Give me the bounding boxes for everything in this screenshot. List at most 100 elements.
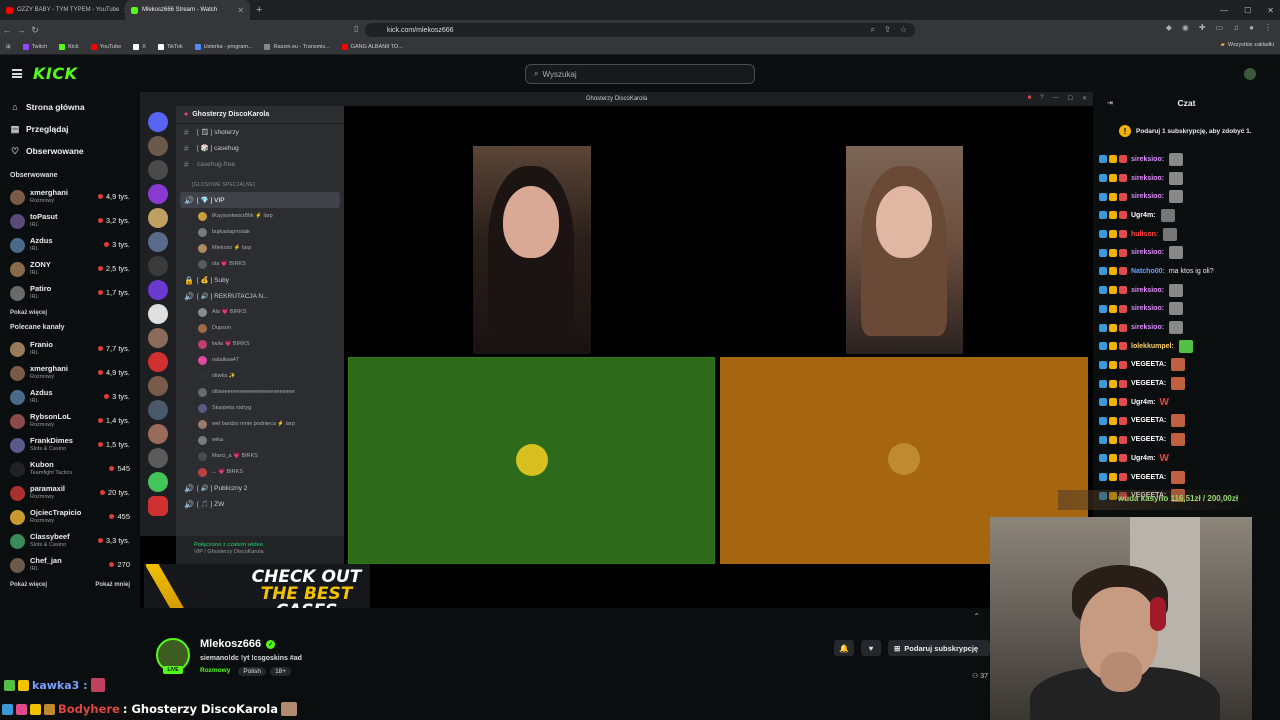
chevron-up-icon[interactable]: ⌃	[973, 612, 980, 621]
streamer-avatar[interactable]: LIVE	[156, 638, 190, 674]
chat-username[interactable]: sireksioo:	[1131, 193, 1164, 200]
gift-subscription-button[interactable]: ⊞ Podaruj subskrypcję	[888, 640, 990, 656]
followed-channel-list: xmerghani Rozmowy 4,9 tys. toPasut IRL 3,2 ty…	[0, 186, 140, 306]
follow-button[interactable]: ♥	[861, 640, 881, 656]
bookmark-star-icon[interactable]: ☆	[900, 25, 907, 35]
show-less-button[interactable]: Pokaż mniej	[95, 582, 130, 592]
kick-logo[interactable]: KICK	[33, 64, 78, 83]
streamer-name[interactable]: Mlekosz666	[200, 638, 261, 650]
sidebar-channel-row[interactable]: Azdus IRL 3 tys.	[0, 386, 140, 410]
chat-username[interactable]: Ugr4m:	[1131, 212, 1156, 219]
chat-username[interactable]: VEGEETA:	[1131, 361, 1166, 368]
viewer-count-value: 37	[980, 673, 989, 680]
close-window-icon[interactable]: ✕	[1267, 6, 1274, 15]
sidebar-channel-row[interactable]: OjciecTrapicio Rozmowy 455	[0, 506, 140, 530]
hamburger-menu-icon[interactable]	[12, 69, 22, 78]
tracking-icon[interactable]: ▯	[354, 24, 358, 33]
browser-tab-youtube[interactable]: OZZY BABY - TYM TYPEM - YouTube ✕	[0, 0, 125, 20]
emote-icon	[1169, 246, 1184, 260]
sidebar-channel-row[interactable]: Chef_jan IRL 270	[0, 554, 140, 578]
minimize-icon[interactable]: —	[1220, 6, 1228, 15]
overlay-user: Bodyhere	[58, 702, 120, 716]
bookmark-raszei[interactable]: Raszei.eu - Transmis...	[258, 44, 335, 50]
sidebar-channel-row[interactable]: Franio IRL 7,7 tys.	[0, 338, 140, 362]
tag-pill[interactable]: 18+	[270, 667, 292, 676]
chat-username[interactable]: VEGEETA:	[1131, 436, 1166, 443]
sidebar-channel-row[interactable]: xmerghani Rozmowy 4,9 tys.	[0, 186, 140, 210]
bookmark-gang[interactable]: GANG ALBANII TO...	[336, 44, 409, 50]
tab-label: Mlekosz666 Stream - Watch	[142, 7, 218, 13]
close-icon[interactable]: ✕	[237, 6, 244, 15]
emote-icon	[1169, 302, 1184, 316]
bookmark-x[interactable]: X	[127, 44, 152, 50]
forward-icon[interactable]: →	[14, 25, 28, 35]
url-field[interactable]: kick.com/mlekosz666 ⌕ ⇪ ☆	[365, 23, 915, 37]
bookmark-twitch[interactable]: Twitch	[17, 44, 54, 50]
sidebar-channel-row[interactable]: toPasut IRL 3,2 tys.	[0, 210, 140, 234]
chat-username[interactable]: VEGEETA:	[1131, 380, 1166, 387]
puzzle-icon[interactable]: ✚	[1199, 23, 1206, 32]
chat-username[interactable]: VEGEETA:	[1131, 474, 1166, 481]
chat-username[interactable]: Ugr4m:	[1131, 399, 1156, 406]
chat-username[interactable]: Ugr4m:	[1131, 455, 1156, 462]
nav-following[interactable]: ♡ Obserwowane	[0, 140, 140, 162]
voice-user-name: ... 💗 BIRKS	[212, 469, 243, 475]
chat-username[interactable]: VEGEETA:	[1131, 417, 1166, 424]
chat-username[interactable]: sireksioo:	[1131, 175, 1164, 182]
bookmark-youtube[interactable]: YouTube	[85, 44, 128, 50]
chat-text: ma ktos ig oli?	[1168, 267, 1214, 275]
voice-user-avatar	[198, 419, 207, 429]
media-icon[interactable]: ♫	[1233, 23, 1239, 32]
chat-username[interactable]: sireksioo:	[1131, 324, 1164, 331]
sidebar-channel-row[interactable]: Patiro IRL 1,7 tys.	[0, 282, 140, 306]
sidebar-icon[interactable]: ▭	[1216, 23, 1224, 32]
chat-badge-icon	[1109, 192, 1117, 201]
share-icon[interactable]: ⇪	[884, 25, 891, 35]
search-input[interactable]: ⌕ Wyszukaj	[525, 64, 755, 84]
chat-username[interactable]: sireksioo:	[1131, 156, 1164, 163]
tiktok-icon	[157, 44, 164, 50]
back-icon[interactable]: ←	[0, 25, 14, 35]
reload-icon[interactable]: ↻	[28, 25, 42, 36]
sidebar-channel-row[interactable]: Classybeef Slots & Casino 3,3 tys.	[0, 530, 140, 554]
chat-username[interactable]: sireksioo:	[1131, 287, 1164, 294]
sidebar-channel-row[interactable]: xmerghani Rozmowy 4,9 tys.	[0, 362, 140, 386]
maximize-icon[interactable]: ☐	[1244, 6, 1251, 15]
user-avatar[interactable]	[1244, 68, 1256, 80]
bookmark-usterka[interactable]: Usterka - program...	[189, 44, 259, 50]
tag-pill[interactable]: Polish	[238, 667, 267, 676]
extension-icon[interactable]: ◉	[1182, 23, 1189, 32]
nav-browse[interactable]: ▤ Przeglądaj	[0, 118, 140, 140]
browser-tab-kick[interactable]: Mlekosz666 Stream - Watch ✕	[125, 0, 250, 20]
collapse-chat-icon[interactable]: ⇥	[1107, 99, 1113, 107]
sidebar-channel-row[interactable]: Azdus IRL 3 tys.	[0, 234, 140, 258]
new-tab-button[interactable]: +	[250, 4, 268, 16]
sidebar-channel-row[interactable]: FrankDimes Slots & Casino 1,5 tys.	[0, 434, 140, 458]
sidebar-channel-row[interactable]: Kubon Teamfight Tactics 545	[0, 458, 140, 482]
show-more-button[interactable]: Pokaż więcej	[10, 582, 47, 592]
bookmark-kick[interactable]: Kick	[53, 44, 84, 50]
sidebar-channel-row[interactable]: ZONY IRL 2,5 tys.	[0, 258, 140, 282]
chat-username[interactable]: sireksioo:	[1131, 305, 1164, 312]
channel-viewers: 7,7 tys.	[98, 344, 130, 353]
chat-username[interactable]: Natcho00:	[1131, 268, 1165, 275]
notification-bell-button[interactable]: 🔔	[834, 640, 854, 656]
pinned-gift-banner[interactable]: ! Podaruj 1 subskrypcję, aby zdobyć 1.	[1099, 120, 1274, 142]
chat-username[interactable]: sireksioo:	[1131, 249, 1164, 256]
sidebar-channel-row[interactable]: RybsonLoL Rozmowy 1,4 tys.	[0, 410, 140, 434]
chat-username[interactable]: lolekkumpel:	[1131, 343, 1174, 350]
bookmark-tiktok[interactable]: TikTok	[152, 44, 189, 50]
sidebar-channel-row[interactable]: paramaxil Rozmowy 20 tys.	[0, 482, 140, 506]
apps-icon[interactable]: ⊞	[0, 44, 17, 50]
voice-user-avatar	[198, 467, 207, 477]
profile-icon[interactable]: ●	[1249, 23, 1254, 32]
extension-icon[interactable]: ◆	[1166, 23, 1172, 32]
nav-home[interactable]: ⌂ Strona główna	[0, 96, 140, 118]
menu-icon[interactable]: ⋮	[1264, 23, 1272, 32]
stream-category[interactable]: Rozmowy	[200, 667, 234, 676]
video-player[interactable]: Ghosterzy DiscoKarola ■ ? — ☐ ✕ ● Ghoste…	[140, 92, 1093, 626]
zoom-icon[interactable]: ⌕	[871, 25, 875, 35]
show-more-button[interactable]: Pokaż więcej	[10, 310, 47, 320]
chat-username[interactable]: hulison:	[1131, 231, 1158, 238]
all-bookmarks[interactable]: ▰ Wszystkie zakładki	[1221, 42, 1274, 48]
